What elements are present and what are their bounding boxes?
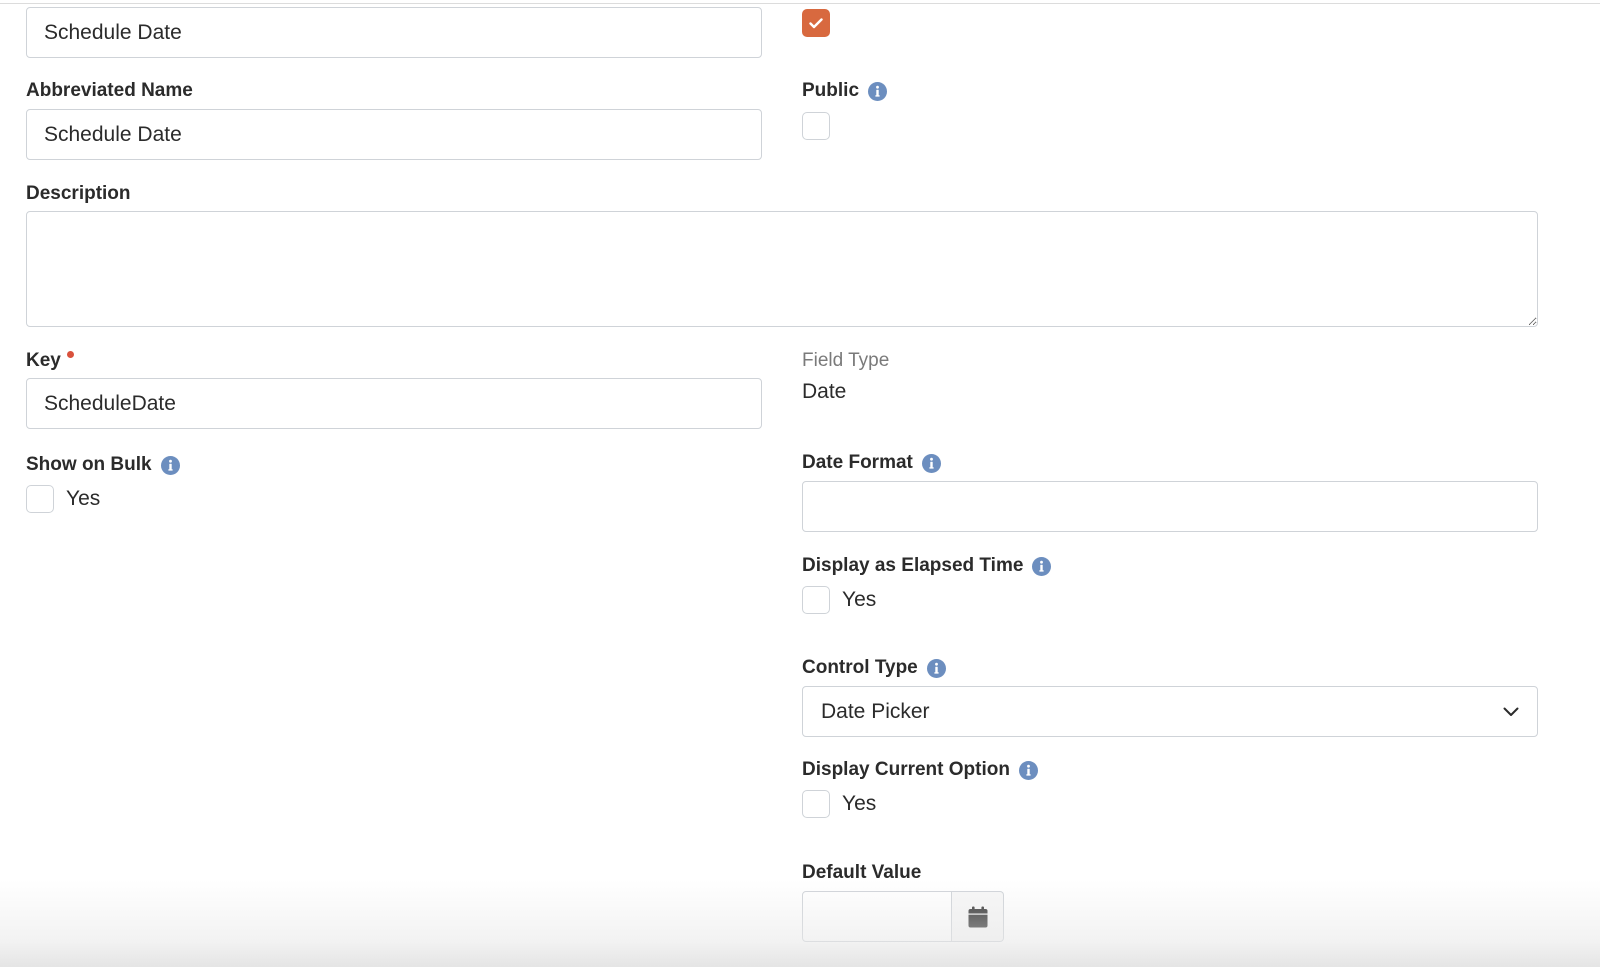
date-format-input[interactable] xyxy=(802,481,1538,532)
display-current-option-yes-label[interactable]: Yes xyxy=(842,792,876,816)
visible-checkbox[interactable] xyxy=(802,9,830,37)
display-elapsed-time-checkbox[interactable] xyxy=(802,586,830,614)
calendar-icon xyxy=(968,906,987,927)
abbreviated-name-label: Abbreviated Name xyxy=(26,80,193,101)
display-elapsed-time-option[interactable]: Yes xyxy=(802,586,876,614)
default-value-date-group xyxy=(802,891,1004,942)
control-type-label: Control Type xyxy=(802,657,946,679)
control-type-select[interactable]: Date Picker xyxy=(802,686,1538,737)
checkmark-icon xyxy=(809,17,823,28)
top-divider xyxy=(0,3,1600,4)
abbreviated-name-input[interactable] xyxy=(26,109,762,160)
info-icon[interactable] xyxy=(926,658,946,678)
display-elapsed-time-yes-label[interactable]: Yes xyxy=(842,588,876,612)
default-value-label: Default Value xyxy=(802,862,922,883)
display-current-option-option[interactable]: Yes xyxy=(802,790,876,818)
default-value-input[interactable] xyxy=(802,891,952,942)
show-on-bulk-option[interactable]: Yes xyxy=(26,485,100,513)
description-textarea[interactable] xyxy=(26,211,1538,327)
show-on-bulk-yes-label[interactable]: Yes xyxy=(66,487,100,511)
display-elapsed-time-label: Display as Elapsed Time xyxy=(802,555,1052,577)
show-on-bulk-checkbox[interactable] xyxy=(26,485,54,513)
info-icon[interactable] xyxy=(868,81,888,101)
public-checkbox[interactable] xyxy=(802,112,830,140)
show-on-bulk-label: Show on Bulk xyxy=(26,454,180,476)
info-icon[interactable] xyxy=(160,455,180,475)
key-input[interactable] xyxy=(26,378,762,429)
info-icon[interactable] xyxy=(921,453,941,473)
name-input[interactable] xyxy=(26,7,762,58)
bottom-shadow xyxy=(0,880,1600,967)
control-type-selected-value: Date Picker xyxy=(821,699,930,723)
field-type-label: Field Type xyxy=(802,350,890,371)
public-label: Public xyxy=(802,80,888,102)
key-label: Key xyxy=(26,350,74,372)
field-type-value: Date xyxy=(802,380,847,403)
date-format-label: Date Format xyxy=(802,452,941,474)
chevron-down-icon xyxy=(1503,707,1519,716)
display-current-option-checkbox[interactable] xyxy=(802,790,830,818)
calendar-button[interactable] xyxy=(952,891,1004,942)
info-icon[interactable] xyxy=(1032,556,1052,576)
info-icon[interactable] xyxy=(1018,760,1038,780)
display-current-option-label: Display Current Option xyxy=(802,759,1038,781)
description-label: Description xyxy=(26,183,131,204)
required-indicator xyxy=(66,350,74,358)
